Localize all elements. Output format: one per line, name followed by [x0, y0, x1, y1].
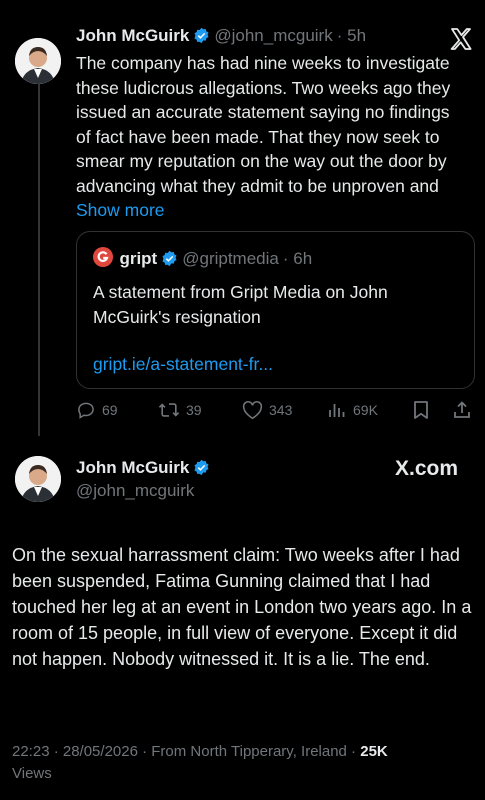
share-icon — [452, 400, 472, 420]
author-handle[interactable]: @john_mcguirk — [214, 26, 332, 45]
quote-time[interactable]: · 6h — [283, 249, 312, 268]
tweet2-meta: 22:23 · 28/05/2026 · From North Tipperar… — [12, 741, 474, 785]
share-button[interactable] — [452, 400, 472, 420]
avatar[interactable] — [15, 456, 61, 502]
verified-badge-icon — [161, 250, 178, 267]
like-count: 343 — [269, 402, 293, 418]
repost-button[interactable]: 39 — [158, 400, 202, 420]
views-count: 69K — [353, 402, 378, 418]
quote-author-handle[interactable]: @griptmedia — [182, 249, 279, 268]
tweet2-header: John McGuirk — [76, 458, 214, 478]
thread-connector-line — [38, 84, 40, 436]
avatar-photo — [15, 456, 61, 502]
like-button[interactable]: 343 — [242, 400, 292, 420]
author-name[interactable]: John McGuirk — [76, 458, 189, 477]
quote-author-name[interactable]: gript — [119, 249, 157, 268]
timestamp-location[interactable]: 22:23 · 28/05/2026 · From North Tipperar… — [12, 743, 356, 760]
avatar-photo — [15, 38, 61, 84]
x-com-label: X.com — [395, 457, 459, 480]
tweet2-body: On the sexual harrassment claim: Two wee… — [12, 545, 472, 669]
bookmark-button[interactable] — [412, 400, 430, 420]
tweet1-text: The company has had nine weeks to invest… — [76, 51, 468, 223]
verified-badge-icon — [193, 27, 210, 44]
views-label: Views — [12, 765, 52, 782]
verified-badge-icon — [193, 459, 210, 476]
tweet1-header: John McGuirk @john_mcguirk · 5h — [76, 26, 366, 46]
gript-logo-icon — [93, 247, 113, 267]
repost-icon — [158, 400, 180, 420]
views-button[interactable]: 69K — [327, 400, 378, 420]
quote-text: A statement from Gript Media on John McG… — [93, 282, 388, 327]
bar-chart-icon — [327, 400, 347, 420]
tweet-time[interactable]: · 5h — [337, 26, 366, 45]
repost-count: 39 — [186, 402, 202, 418]
quote-header: gript @griptmedia · 6h — [93, 247, 312, 269]
x-com-watermark: X.com — [395, 457, 458, 481]
reply-icon — [76, 400, 96, 420]
reply-button[interactable]: 69 — [76, 400, 118, 420]
reply-count: 69 — [102, 402, 118, 418]
views-total: 25K — [360, 743, 388, 760]
x-logo-icon[interactable] — [449, 27, 473, 51]
bookmark-icon — [412, 400, 430, 420]
heart-icon — [242, 400, 263, 420]
quoted-tweet-card[interactable]: gript @griptmedia · 6h A statement from Gr… — [76, 231, 475, 389]
tweet1-body: The company has had nine weeks to invest… — [76, 53, 451, 196]
author-name[interactable]: John McGuirk — [76, 26, 189, 45]
quote-link[interactable]: gript.ie/a-statement-fr... — [93, 352, 273, 377]
show-more-link[interactable]: Show more — [76, 200, 165, 220]
avatar[interactable] — [15, 38, 61, 84]
author-handle[interactable]: @john_mcguirk — [76, 481, 194, 501]
